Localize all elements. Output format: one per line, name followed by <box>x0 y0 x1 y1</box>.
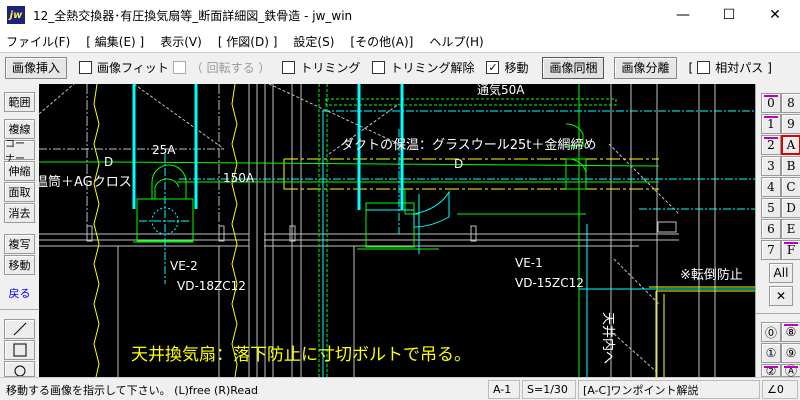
menu-bar: ファイル(F) [ 編集(E) ] 表示(V) [ 作図(D) ] 設定(S) … <box>0 30 800 52</box>
label-vd2: VD-18ZC12 <box>177 279 246 293</box>
drawing-canvas[interactable]: D D 温筒＋AGクロス 25A 150A 通気50A ダクトの保温：グラスウー… <box>39 84 755 377</box>
layer-b-button[interactable]: B <box>781 156 800 176</box>
app-icon: jw <box>7 6 25 24</box>
label-vent: 通気50A <box>477 84 525 97</box>
menu-edit[interactable]: [ 編集(E) ] <box>86 33 144 50</box>
layer-8-button[interactable]: 8 <box>781 93 800 113</box>
layer-c-button[interactable]: C <box>781 177 800 197</box>
rotate-checkbox[interactable]: （ 回転する ） <box>172 59 270 76</box>
label-25a: 25A <box>152 143 176 157</box>
maximize-button[interactable]: ☐ <box>706 0 752 30</box>
layer-6-button[interactable]: 6 <box>761 219 781 239</box>
line-icon[interactable] <box>4 319 35 339</box>
label-tip-prevention: ※転倒防止 <box>680 267 743 283</box>
label-d1: D <box>104 155 113 169</box>
insert-image-button[interactable]: 画像挿入 <box>5 56 68 79</box>
layer-7-button[interactable]: 7 <box>761 240 781 260</box>
layer-3-button[interactable]: 3 <box>761 156 781 176</box>
layer-5-button[interactable]: 5 <box>761 198 781 218</box>
layer-0-button[interactable]: 0 <box>761 93 781 113</box>
label-duct-insulation: ダクトの保温：グラスウール25t＋金網締め <box>341 137 596 153</box>
cyan-lines <box>132 84 755 377</box>
menu-view[interactable]: 表示(V) <box>160 33 202 50</box>
layer-f-button[interactable]: F <box>781 240 800 260</box>
menu-help[interactable]: ヘルプ(H) <box>429 33 483 50</box>
group-2-button[interactable]: ② <box>761 364 781 378</box>
bracket-open: [ <box>688 60 694 75</box>
layer-e-button[interactable]: E <box>781 219 800 239</box>
menu-other[interactable]: [その他(A)] <box>350 33 413 50</box>
move-checkbox[interactable]: ✓ 移動 <box>486 59 528 76</box>
layer-2-button[interactable]: 2 <box>761 135 781 155</box>
status-angle[interactable]: ∠0 <box>762 380 798 399</box>
status-message: 移動する画像を指示して下さい。 (L)free (R)Read <box>6 383 258 397</box>
separate-image-button[interactable]: 画像分離 <box>614 56 677 79</box>
tool-undo[interactable]: 戻る <box>4 283 35 303</box>
image-fit-checkbox[interactable]: 画像フィット <box>79 59 169 76</box>
group-0-button[interactable]: ⓪ <box>761 322 781 342</box>
menu-file[interactable]: ファイル(F) <box>6 33 70 50</box>
tool-chamfer[interactable]: 面取 <box>4 182 35 202</box>
label-into-ceiling: 天井内へ <box>600 312 616 364</box>
tool-erase[interactable]: 消去 <box>4 203 35 223</box>
title-bar: jw 12_全熱交換器･有圧換気扇等_断面詳細図_鉄骨造 - jw_win — … <box>0 0 800 30</box>
tool-range[interactable]: 範囲 <box>4 92 35 112</box>
group-9-button[interactable]: ⑨ <box>781 343 800 363</box>
left-toolbox: 範囲 複線 コーナー 伸縮 面取 消去 複写 移動 戻る <box>0 84 39 377</box>
label-150a: 150A <box>223 171 255 185</box>
status-scale[interactable]: S=1/30 <box>522 380 576 399</box>
relative-path-checkbox[interactable]: 相対パス <box>697 59 763 76</box>
group-8-button[interactable]: ⑧ <box>781 322 800 342</box>
divider <box>0 309 39 310</box>
label-d2: D <box>454 157 463 171</box>
drawing-labels: D D 温筒＋AGクロス 25A 150A 通気50A ダクトの保温：グラスウー… <box>39 84 743 365</box>
status-layer[interactable]: A-1 <box>488 380 520 399</box>
circle-icon[interactable] <box>4 361 35 377</box>
bracket-close: ] <box>767 60 772 75</box>
label-ceiling-fan-note: 天井換気扇：落下防止に寸切ボルトで吊る。 <box>131 345 471 365</box>
tool-corner[interactable]: コーナー <box>4 139 35 165</box>
status-bar: 移動する画像を指示して下さい。 (L)free (R)Read A-1 S=1/… <box>0 377 800 400</box>
layer-all-button[interactable]: All <box>769 263 793 283</box>
layer-4-button[interactable]: 4 <box>761 177 781 197</box>
layer-cross-button[interactable]: ✕ <box>769 286 793 306</box>
tool-move[interactable]: 移動 <box>4 255 35 275</box>
layer-panel: 0 8 1 9 2 A 3 B 4 C 5 D 6 E 7 F All ✕ ⓪ … <box>755 84 800 378</box>
label-ve1: VE-1 <box>515 256 543 270</box>
menu-draw[interactable]: [ 作図(D) ] <box>218 33 278 50</box>
label-insulation: 温筒＋AGクロス <box>39 174 132 190</box>
bundle-image-button[interactable]: 画像同梱 <box>542 56 605 79</box>
label-ve2: VE-2 <box>170 259 198 273</box>
label-vd1: VD-15ZC12 <box>515 276 584 290</box>
untrim-checkbox[interactable]: トリミング解除 <box>372 59 474 76</box>
divider <box>756 313 800 314</box>
menu-settings[interactable]: 設定(S) <box>293 33 334 50</box>
group-1-button[interactable]: ① <box>761 343 781 363</box>
layer-1-button[interactable]: 1 <box>761 114 781 134</box>
green-duct-lines <box>39 84 660 377</box>
check-icon: ✓ <box>486 61 500 74</box>
tool-copy[interactable]: 複写 <box>4 234 35 254</box>
minimize-button[interactable]: — <box>660 0 706 30</box>
layer-a-button[interactable]: A <box>781 135 800 155</box>
cad-drawing[interactable]: D D 温筒＋AGクロス 25A 150A 通気50A ダクトの保温：グラスウー… <box>39 84 755 377</box>
layer-9-button[interactable]: 9 <box>781 114 800 134</box>
window-title: 12_全熱交換器･有圧換気扇等_断面詳細図_鉄骨造 - jw_win <box>33 8 353 23</box>
group-a-button[interactable]: Ⓐ <box>781 364 800 378</box>
status-hint[interactable]: [A-C]ワンポイント解説 <box>578 380 760 399</box>
rectangle-icon[interactable] <box>4 340 35 360</box>
close-button[interactable]: ✕ <box>752 0 798 30</box>
layer-d-button[interactable]: D <box>781 198 800 218</box>
trim-checkbox[interactable]: トリミング <box>282 59 360 76</box>
tool-stretch[interactable]: 伸縮 <box>4 161 35 181</box>
image-toolbar: 画像挿入 画像フィット （ 回転する ） トリミング トリミング解除 ✓ 移動 画… <box>0 52 800 82</box>
